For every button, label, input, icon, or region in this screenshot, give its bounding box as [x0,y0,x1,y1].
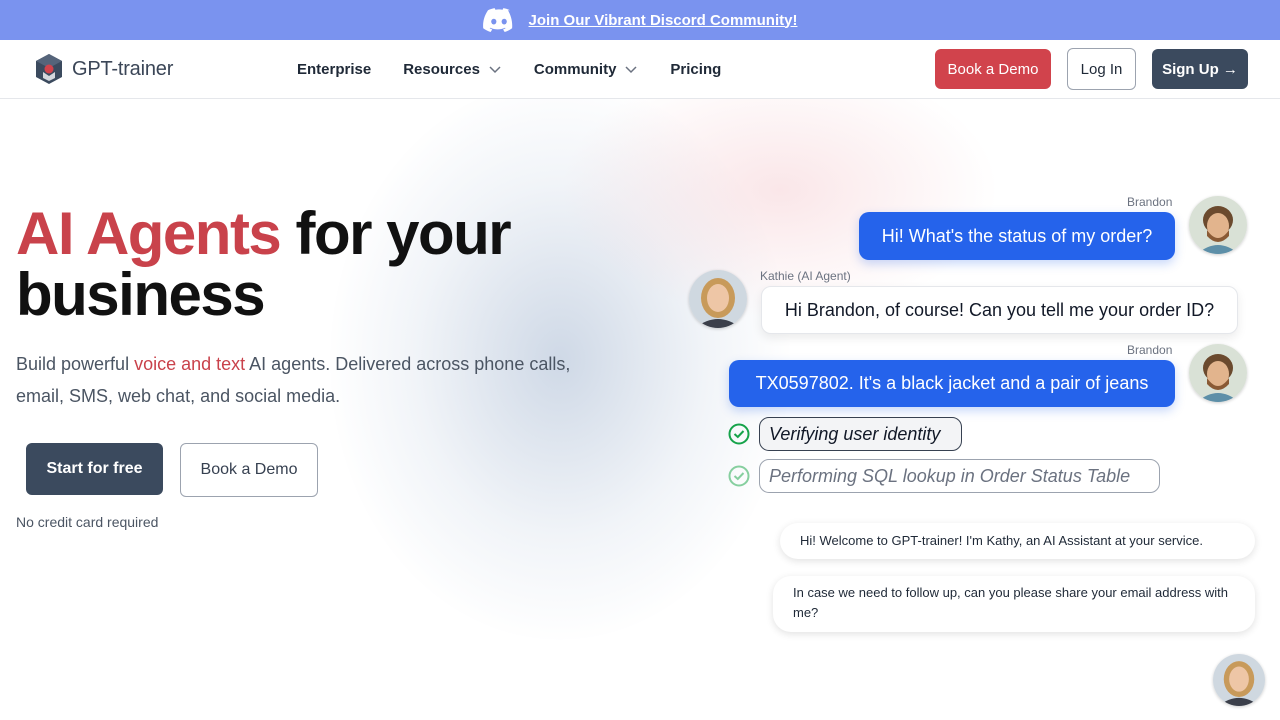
hero-title-accent: AI Agents [16,200,282,267]
signup-button[interactable]: Sign Up → [1152,49,1248,89]
status-verifying: Verifying user identity [759,417,962,451]
user-avatar-icon [1189,196,1247,254]
chat-message-user-2: TX0597802. It's a black jacket and a pai… [729,360,1175,407]
hero-subtitle: Build powerful voice and text AI agents.… [16,348,596,412]
nav-pricing[interactable]: Pricing [670,61,721,78]
sender-brandon: Brandon [1127,195,1173,209]
sender-kathie: Kathie (AI Agent) [760,269,851,283]
nav-enterprise[interactable]: Enterprise [297,61,371,78]
nav-community[interactable]: Community [534,61,639,78]
avatar-brandon-2 [1189,344,1247,402]
chevron-down-icon [489,66,501,74]
discord-banner: Join Our Vibrant Discord Community! [0,0,1280,40]
nav-resources[interactable]: Resources [403,61,502,78]
check-circle-icon [728,465,750,487]
nav-links: Enterprise Resources Community Pricing [297,40,753,98]
book-demo-button[interactable]: Book a Demo [935,49,1051,89]
logo-text: GPT-trainer [72,57,174,80]
start-free-button[interactable]: Start for free [26,443,163,495]
avatar-kathie [689,270,747,328]
hero-sub-accent: voice and text [134,354,246,374]
chevron-down-icon [625,66,637,74]
hero-sub-pre: Build powerful [16,354,135,374]
agent-avatar-icon [1213,654,1265,706]
chat-widget-launcher[interactable] [1213,654,1265,706]
discord-icon [482,8,512,32]
hero-book-demo-button[interactable]: Book a Demo [180,443,318,497]
chat-message-user-1: Hi! What's the status of my order? [859,212,1175,260]
nav-resources-label: Resources [403,60,480,78]
agent-avatar-icon [689,270,747,328]
widget-followup-message: In case we need to follow up, can you pl… [773,576,1255,632]
hero-title: AI Agents for your business [16,203,616,325]
nav-pricing-label: Pricing [670,60,722,78]
no-credit-card-note: No credit card required [16,514,159,530]
status-sql-lookup: Performing SQL lookup in Order Status Ta… [759,459,1160,493]
chat-message-agent-1: Hi Brandon, of course! Can you tell me y… [761,286,1238,334]
navbar: GPT-trainer Enterprise Resources Communi… [0,40,1280,99]
discord-link[interactable]: Join Our Vibrant Discord Community! [529,12,798,29]
avatar-brandon [1189,196,1247,254]
check-circle-icon [728,423,750,445]
logo[interactable]: GPT-trainer [32,52,173,86]
sender-brandon-2: Brandon [1127,343,1173,357]
nav-community-label: Community [533,60,617,78]
nav-enterprise-label: Enterprise [297,60,372,78]
logo-icon [36,54,62,84]
login-button[interactable]: Log In [1067,48,1136,90]
widget-welcome-message: Hi! Welcome to GPT-trainer! I'm Kathy, a… [780,523,1255,559]
user-avatar-icon [1189,344,1247,402]
